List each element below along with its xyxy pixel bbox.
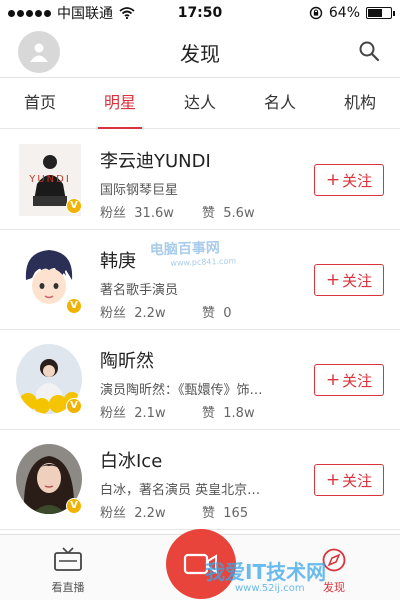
fans-count: 2.2w (134, 506, 166, 521)
wifi-icon (119, 7, 135, 19)
follow-button[interactable]: + 关注 (314, 164, 384, 196)
likes-label: 赞 (202, 406, 216, 421)
tab-experts[interactable]: 达人 (160, 79, 240, 128)
celebrity-description: 著名歌手演员 (100, 283, 179, 298)
nav-header: 发现 (0, 26, 400, 78)
list-item[interactable]: YUNDI V 李云迪YUNDI 国际钢琴巨星 粉丝 31.6w 赞 5.6w … (0, 130, 400, 230)
watermark: 电脑百事网 www.pc841.com (150, 237, 237, 269)
likes-label: 赞 (202, 206, 216, 221)
list-item[interactable]: V 陶昕然 演员陶昕然：《甄嬛传》饰… 粉丝 2.1w 赞 1.8w + 关注 (0, 330, 400, 430)
likes-count: 0 (223, 306, 232, 321)
celebrity-name: 李云迪YUNDI (100, 151, 211, 172)
celebrity-list: YUNDI V 李云迪YUNDI 国际钢琴巨星 粉丝 31.6w 赞 5.6w … (0, 130, 400, 530)
fans-label: 粉丝 (100, 306, 127, 321)
celebrity-description: 白冰，著名演员 英皇北京… (100, 483, 261, 498)
celebrity-description: 国际钢琴巨星 (100, 183, 179, 198)
battery-percent: 64% (328, 5, 360, 21)
follow-label: 关注 (342, 171, 373, 190)
likes-count: 165 (223, 506, 249, 521)
fans-label: 粉丝 (100, 506, 127, 521)
page-title: 发现 (180, 42, 220, 66)
verified-badge-icon: V (66, 198, 82, 214)
battery-icon (366, 7, 395, 19)
follow-button[interactable]: + 关注 (314, 464, 384, 496)
list-item[interactable]: V 白冰Ice 白冰，著名演员 英皇北京… 粉丝 2.2w 赞 165 + 关注 (0, 430, 400, 530)
tab-home[interactable]: 首页 (0, 79, 80, 128)
avatar-logo-text: YUNDI (28, 174, 71, 185)
watermark-text: 我爱IT技术网 (205, 560, 327, 584)
category-tabs: 首页 明星 达人 名人 机构 (0, 79, 400, 129)
fans-count: 2.2w (134, 306, 166, 321)
celebrity-name: 白冰Ice (100, 451, 163, 472)
follow-label: 关注 (342, 371, 373, 390)
follow-button[interactable]: + 关注 (314, 264, 384, 296)
bottom-tab-bar: 看直播 发现 (0, 529, 400, 600)
celebrity-stats: 粉丝 2.2w 赞 165 (100, 502, 304, 521)
verified-badge-icon: V (66, 398, 82, 414)
celebrity-name: 韩庚 (100, 251, 136, 272)
status-bar: 中国联通 17:50 64% (0, 0, 400, 26)
plus-icon: + (325, 270, 341, 290)
likes-count: 1.8w (223, 406, 255, 421)
carrier-name: 中国联通 (57, 6, 113, 22)
tab-celebrities[interactable]: 名人 (240, 79, 320, 128)
tab-live[interactable]: 看直播 (40, 547, 96, 595)
likes-count: 5.6w (223, 206, 255, 221)
likes-label: 赞 (202, 306, 216, 321)
likes-label: 赞 (202, 506, 216, 521)
plus-icon: + (325, 170, 341, 190)
plus-icon: + (325, 370, 341, 390)
celebrity-stats: 粉丝 2.1w 赞 1.8w (100, 402, 304, 421)
follow-label: 关注 (342, 271, 373, 290)
signal-strength-icon (8, 9, 51, 17)
watermark-url: www.52ij.com (235, 583, 305, 594)
tv-icon (54, 547, 82, 571)
celebrity-stats: 粉丝 2.2w 赞 0 (100, 302, 304, 321)
fans-count: 31.6w (134, 206, 174, 221)
celebrity-description: 演员陶昕然：《甄嬛传》饰… (100, 383, 263, 398)
follow-button[interactable]: + 关注 (314, 364, 384, 396)
rotation-lock-icon (309, 6, 323, 20)
watermark-text: 电脑百事网 (149, 240, 221, 259)
fans-label: 粉丝 (100, 206, 127, 221)
search-icon[interactable] (358, 40, 380, 62)
verified-badge-icon: V (66, 498, 82, 514)
tab-stars[interactable]: 明星 (80, 79, 160, 129)
fans-label: 粉丝 (100, 406, 127, 421)
watermark: 我爱IT技术网 www.52ij.com (205, 556, 326, 594)
plus-icon: + (325, 470, 341, 490)
verified-badge-icon: V (66, 298, 82, 314)
follow-label: 关注 (342, 471, 373, 490)
celebrity-name: 陶昕然 (100, 351, 154, 372)
celebrity-stats: 粉丝 31.6w 赞 5.6w (100, 202, 304, 221)
tab-live-label: 看直播 (51, 581, 85, 594)
tab-organizations[interactable]: 机构 (320, 79, 400, 128)
fans-count: 2.1w (134, 406, 166, 421)
